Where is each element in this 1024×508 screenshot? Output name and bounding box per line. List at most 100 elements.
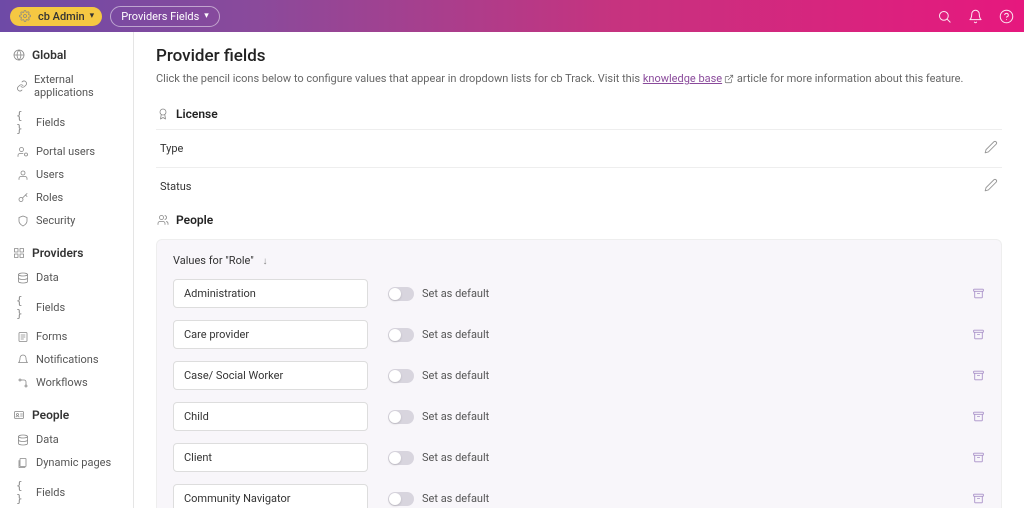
default-toggle-label: Set as default [422,492,489,505]
sidebar-item-label: External applications [34,73,121,99]
main-content: Provider fields Click the pencil icons b… [134,32,1024,508]
help-icon[interactable] [999,9,1014,24]
database-icon [16,434,30,446]
sidebar-item[interactable]: Notifications [0,348,133,371]
sidebar-group[interactable]: Providers [0,240,133,266]
default-toggle[interactable] [388,287,414,301]
archive-icon[interactable] [972,451,985,464]
default-toggle-label: Set as default [422,410,489,423]
key-icon [16,192,30,204]
sidebar-item[interactable]: { }Fields [0,474,133,508]
page-subtitle: Click the pencil icons below to configur… [156,72,1002,85]
providers-icon [12,247,26,259]
license-icon [156,108,170,120]
sidebar-item[interactable]: Data [0,266,133,289]
sidebar-item-label: Forms [36,330,67,343]
sidebar-item[interactable]: Roles [0,186,133,209]
sidebar-item[interactable]: Dynamic pages [0,451,133,474]
sidebar-item[interactable]: Workflows [0,371,133,394]
value-input[interactable] [173,402,368,431]
value-input[interactable] [173,320,368,349]
id-card-icon [12,409,26,421]
default-toggle[interactable] [388,328,414,342]
sidebar-item[interactable]: { } Fields [0,289,133,325]
bell-icon [16,354,30,366]
value-input[interactable] [173,361,368,390]
users-cog-icon [16,146,30,158]
sidebar-item[interactable]: Security [0,209,133,232]
value-input[interactable] [173,443,368,472]
value-row: Set as default [173,320,985,349]
sidebar-item[interactable]: External applications [0,68,133,104]
default-toggle[interactable] [388,451,414,465]
external-link-icon [724,74,734,84]
braces-icon: { } [16,294,30,320]
pencil-icon[interactable] [984,140,998,157]
archive-icon[interactable] [972,410,985,423]
breadcrumb-label: Providers Fields [121,10,199,23]
sidebar-item-label: Portal users [36,145,95,158]
default-toggle[interactable] [388,492,414,506]
shield-icon [16,215,30,227]
search-icon[interactable] [937,9,952,24]
value-row: Set as default [173,402,985,431]
kb-link[interactable]: knowledge base [643,72,722,85]
breadcrumb-pill[interactable]: Providers Fields ▾ [110,6,220,27]
value-row: Set as default [173,484,985,508]
sidebar-item[interactable]: { }Fields [0,104,133,140]
admin-pill[interactable]: cb Admin ▾ [10,7,102,26]
flow-icon [16,377,30,389]
sidebar-item[interactable]: Users [0,163,133,186]
values-title: Values for "Role" ↓ [173,254,985,267]
sidebar-item-label: Data [36,271,59,284]
default-toggle-label: Set as default [422,287,489,300]
people-icon [156,214,170,226]
admin-pill-label: cb Admin [38,10,85,23]
sidebar-item-label: Fields [36,486,65,499]
archive-icon[interactable] [972,492,985,505]
default-toggle[interactable] [388,369,414,383]
archive-icon[interactable] [972,369,985,382]
pencil-icon[interactable] [984,178,998,195]
sidebar-item-label: Workflows [36,376,88,389]
sidebar-item-label: Security [36,214,75,227]
globe-icon [12,49,26,61]
user-icon [16,169,30,181]
arrow-down-icon[interactable]: ↓ [263,256,268,267]
sidebar-item-label: Users [36,168,64,181]
sidebar-item-label: Data [36,433,59,446]
sidebar-item-label: Fields [36,116,65,129]
page-title: Provider fields [156,46,1002,66]
app-header: cb Admin ▾ Providers Fields ▾ [0,0,1024,32]
sidebar-item-label: Fields [36,301,65,314]
value-input[interactable] [173,279,368,308]
sidebar-item[interactable]: Forms [0,325,133,348]
default-toggle-label: Set as default [422,328,489,341]
section-license: License [156,99,1002,129]
sidebar-item[interactable]: Portal users [0,140,133,163]
value-row: Set as default [173,443,985,472]
value-row: Set as default [173,279,985,308]
chevron-down-icon: ▾ [204,11,209,21]
section-people: People [156,205,1002,235]
archive-icon[interactable] [972,328,985,341]
value-input[interactable] [173,484,368,508]
default-toggle[interactable] [388,410,414,424]
sidebar-group[interactable]: People [0,402,133,428]
sidebar: Global External applications { } Fields Port… [0,32,134,508]
form-icon [16,331,30,343]
gear-icon [18,10,32,22]
database-icon [16,272,30,284]
sidebar-item[interactable]: Data [0,428,133,451]
default-toggle-label: Set as default [422,451,489,464]
sidebar-group[interactable]: Global [0,42,133,68]
values-panel: Values for "Role" ↓ Set as default Set as… [156,239,1002,508]
sidebar-item-label: Roles [36,191,63,204]
bell-icon[interactable] [968,9,983,24]
field-row-status: Status [156,167,1002,205]
archive-icon[interactable] [972,287,985,300]
value-row: Set as default [173,361,985,390]
link-icon [16,80,28,92]
default-toggle-label: Set as default [422,369,489,382]
sidebar-item-label: Dynamic pages [36,456,111,469]
